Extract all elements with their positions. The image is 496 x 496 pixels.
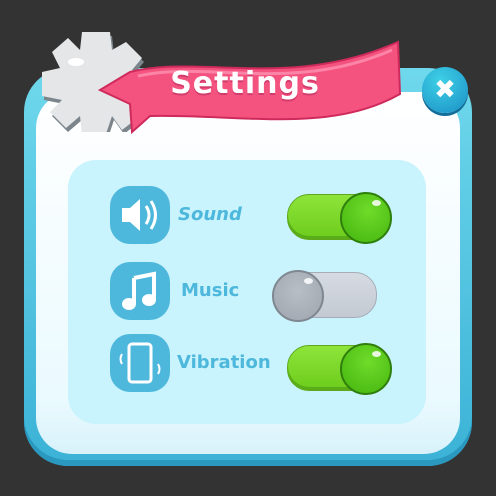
- phone-vibrate-icon: [110, 334, 170, 392]
- close-icon: ✖: [434, 75, 456, 105]
- music-note-icon: [110, 262, 170, 320]
- vibration-toggle[interactable]: [287, 343, 392, 395]
- speaker-icon: [110, 186, 170, 244]
- music-toggle[interactable]: [272, 270, 377, 322]
- toggle-knob: [340, 192, 392, 244]
- close-button[interactable]: ✖: [422, 67, 468, 113]
- dialog-title: Settings: [170, 66, 320, 101]
- sound-toggle[interactable]: [287, 192, 392, 244]
- setting-label-vibration: Vibration: [177, 352, 271, 373]
- toggle-knob: [340, 343, 392, 395]
- toggle-knob: [272, 270, 324, 322]
- setting-label-music: Music: [181, 280, 240, 301]
- setting-label-sound: Sound: [178, 204, 242, 225]
